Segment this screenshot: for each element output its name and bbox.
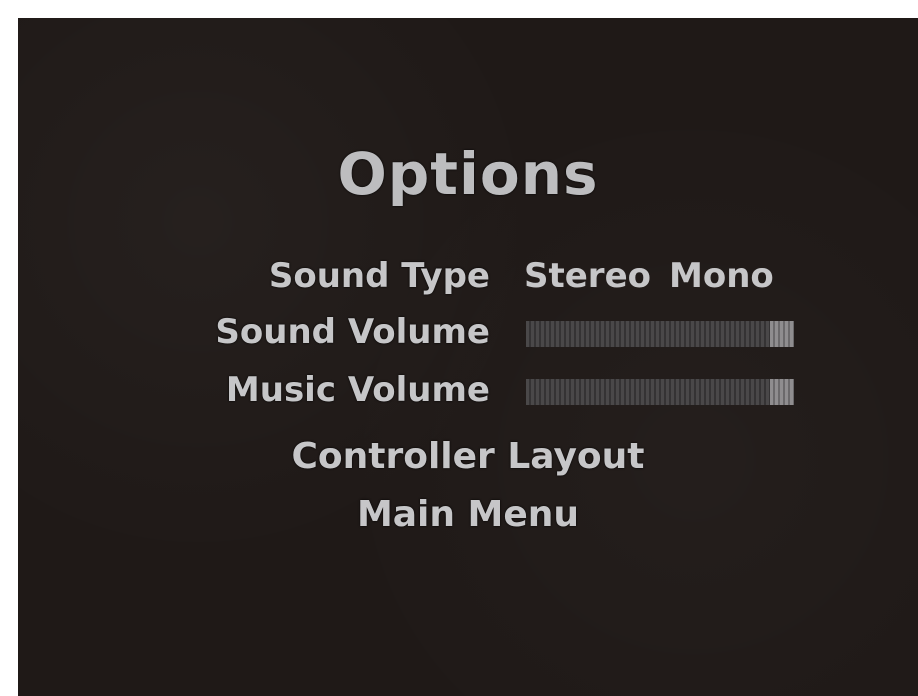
sound-type-stereo-option[interactable]: Stereo (524, 256, 651, 296)
sound-type-label: Sound Type (268, 256, 490, 296)
sound-volume-knob[interactable] (770, 321, 794, 347)
music-volume-label: Music Volume (225, 370, 490, 410)
controller-layout-button[interactable]: Controller Layout (18, 436, 918, 477)
main-menu-button[interactable]: Main Menu (18, 494, 918, 535)
sound-type-mono-option[interactable]: Mono (669, 256, 774, 296)
page-title: Options (337, 140, 599, 208)
sound-volume-slider[interactable] (526, 321, 794, 347)
music-volume-fill (526, 379, 770, 405)
music-volume-knob[interactable] (770, 379, 794, 405)
sound-volume-fill (526, 321, 770, 347)
options-screen: Options Sound Type Stereo Mono Sound Vol… (18, 18, 918, 696)
sound-volume-label: Sound Volume (215, 312, 490, 352)
music-volume-slider[interactable] (526, 379, 794, 405)
